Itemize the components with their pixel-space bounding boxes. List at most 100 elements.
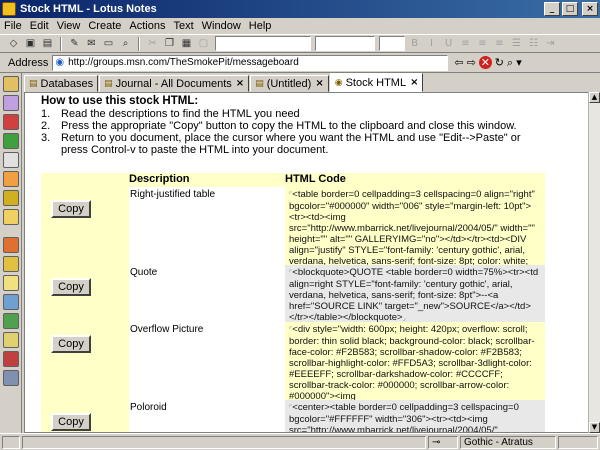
close-button[interactable]: ×	[582, 2, 598, 16]
tab-label: Journal - All Documents	[115, 77, 232, 90]
journal-icon: ▤	[104, 78, 113, 89]
document-content: How to use this stock HTML: 1. Read the …	[24, 92, 590, 433]
copy-icon[interactable]: ❐	[162, 37, 177, 51]
close-tab-icon[interactable]: ×	[236, 78, 244, 89]
maximize-button[interactable]: □	[562, 2, 578, 16]
table-row: Copy Quote ⌜<blockquote>QUOTE <table bor…	[41, 265, 545, 323]
tab-databases[interactable]: ▤ Databases	[24, 75, 99, 92]
title-bar: Stock HTML - Lotus Notes _ □ ×	[0, 0, 600, 18]
numbering-icon[interactable]: ☷	[526, 37, 541, 51]
save-icon[interactable]: ▣	[23, 37, 38, 51]
toolbar-separator	[60, 36, 62, 51]
style-combo[interactable]	[215, 36, 311, 51]
lotus-notes-icon	[2, 2, 16, 16]
table-row: Copy Right-justified table ⌜<table borde…	[41, 187, 545, 289]
instruction-step: 3. Return to you document, place the cur…	[41, 132, 521, 156]
row-html-code[interactable]: ⌜<div style="width: 600px; height: 420px…	[285, 322, 545, 424]
address-input[interactable]: ◉ http://groups.msn.com/TheSmokePit/mess…	[52, 54, 449, 71]
bookmark-icon[interactable]	[3, 351, 19, 367]
size-combo[interactable]	[379, 36, 405, 51]
chevron-down-icon[interactable]: ▾	[516, 56, 522, 69]
bookmark-icon[interactable]	[3, 237, 19, 253]
cut-icon[interactable]: ✂	[145, 37, 160, 51]
bold-icon[interactable]: B	[407, 37, 422, 51]
indent-icon[interactable]: ⇥	[543, 37, 558, 51]
address-label: Address	[8, 56, 49, 69]
vertical-scrollbar[interactable]: ▲ ▼	[588, 92, 600, 433]
diamond-icon[interactable]: ◇	[6, 37, 21, 51]
edit-pencil-icon[interactable]: ✎	[67, 37, 82, 51]
search-web-icon[interactable]: ⌕	[507, 56, 513, 70]
calendar-bookmark-icon[interactable]	[3, 95, 19, 111]
bookmark-icon[interactable]	[3, 370, 19, 386]
menu-help[interactable]: Help	[249, 20, 272, 32]
mail-icon[interactable]: ✉	[84, 37, 99, 51]
minimize-button[interactable]: _	[544, 2, 560, 16]
more-bookmarks-icon[interactable]	[3, 209, 19, 225]
align-right-icon[interactable]: ≡	[492, 37, 507, 51]
menu-text[interactable]: Text	[173, 20, 193, 32]
status-extra[interactable]	[558, 435, 598, 449]
underline-icon[interactable]: U	[441, 37, 456, 51]
menu-window[interactable]: Window	[202, 20, 241, 32]
tab-stock-html[interactable]: ◉ Stock HTML ×	[329, 73, 424, 92]
stock-html-table: Description HTML Code Copy Right-justifi…	[41, 173, 545, 432]
status-message[interactable]	[22, 435, 426, 449]
menu-file[interactable]: File	[4, 20, 22, 32]
open-folder-icon[interactable]: ▤	[40, 37, 55, 51]
menu-view[interactable]: View	[57, 20, 81, 32]
menu-edit[interactable]: Edit	[30, 20, 49, 32]
table-row: Copy Poloroid ⌜<center><table border=0 c…	[41, 400, 545, 432]
favorites-bookmark-icon[interactable]	[3, 171, 19, 187]
bookmark-icon[interactable]	[3, 275, 19, 291]
bullets-icon[interactable]: ☰	[509, 37, 524, 51]
row-description: Overflow Picture	[129, 322, 285, 400]
address-book-bookmark-icon[interactable]	[3, 114, 19, 130]
align-center-icon[interactable]: ≡	[475, 37, 490, 51]
menu-create[interactable]: Create	[88, 20, 121, 32]
paste-icon[interactable]: ▦	[179, 37, 194, 51]
databases-bookmark-icon[interactable]	[3, 190, 19, 206]
stop-icon[interactable]: ✕	[478, 56, 492, 69]
tab-journal[interactable]: ▤ Journal - All Documents ×	[99, 75, 250, 92]
search-icon[interactable]: ⌕	[118, 37, 133, 51]
align-left-icon[interactable]: ≡	[458, 37, 473, 51]
print-icon[interactable]: ▭	[101, 37, 116, 51]
bookmark-icon[interactable]	[3, 256, 19, 272]
row-html-code[interactable]: ⌜<blockquote>QUOTE <table border=0 width…	[285, 265, 545, 323]
font-combo[interactable]	[315, 36, 375, 51]
copy-button[interactable]: Copy	[51, 278, 91, 296]
close-tab-icon[interactable]: ×	[410, 77, 418, 88]
status-icon-cell[interactable]	[2, 435, 20, 449]
replicator-bookmark-icon[interactable]	[3, 152, 19, 168]
bookmark-bar	[0, 73, 22, 433]
copy-button[interactable]: Copy	[51, 200, 91, 218]
todo-bookmark-icon[interactable]	[3, 133, 19, 149]
key-icon[interactable]: ⊸	[428, 435, 458, 449]
scroll-down-icon[interactable]: ▼	[589, 422, 600, 433]
row-html-code[interactable]: ⌜<table border=0 cellpadding=3 cellspaci…	[285, 187, 545, 289]
refresh-icon[interactable]: ↻	[495, 56, 504, 69]
forward-icon[interactable]: ⇨	[467, 56, 476, 69]
copy-button[interactable]: Copy	[51, 413, 91, 431]
menu-actions[interactable]: Actions	[129, 20, 165, 32]
field-bracket-icon: ⌟	[402, 314, 406, 322]
italic-icon[interactable]: I	[424, 37, 439, 51]
table-header: Description HTML Code	[41, 173, 545, 187]
tab-untitled[interactable]: ▤ (Untitled) ×	[250, 75, 329, 92]
nav-buttons: ⇦ ⇨ ✕ ↻ ⌕ ▾	[454, 56, 522, 70]
web-page-icon: ◉	[55, 57, 65, 68]
back-icon[interactable]: ⇦	[454, 56, 463, 69]
row-html-code[interactable]: ⌜<center><table border=0 cellpadding=3 c…	[285, 400, 545, 432]
bookmark-icon[interactable]	[3, 313, 19, 329]
close-tab-icon[interactable]: ×	[315, 78, 323, 89]
mail-bookmark-icon[interactable]	[3, 76, 19, 92]
tab-strip: ▤ Databases ▤ Journal - All Documents × …	[22, 73, 600, 92]
html-code-header: HTML Code	[285, 173, 346, 185]
bookmark-icon[interactable]	[3, 332, 19, 348]
bookmark-icon[interactable]	[3, 294, 19, 310]
copy-button[interactable]: Copy	[51, 335, 91, 353]
status-font[interactable]: Gothic - Atratus	[460, 435, 556, 449]
properties-icon[interactable]: ▢	[196, 37, 211, 51]
scroll-up-icon[interactable]: ▲	[589, 92, 600, 103]
